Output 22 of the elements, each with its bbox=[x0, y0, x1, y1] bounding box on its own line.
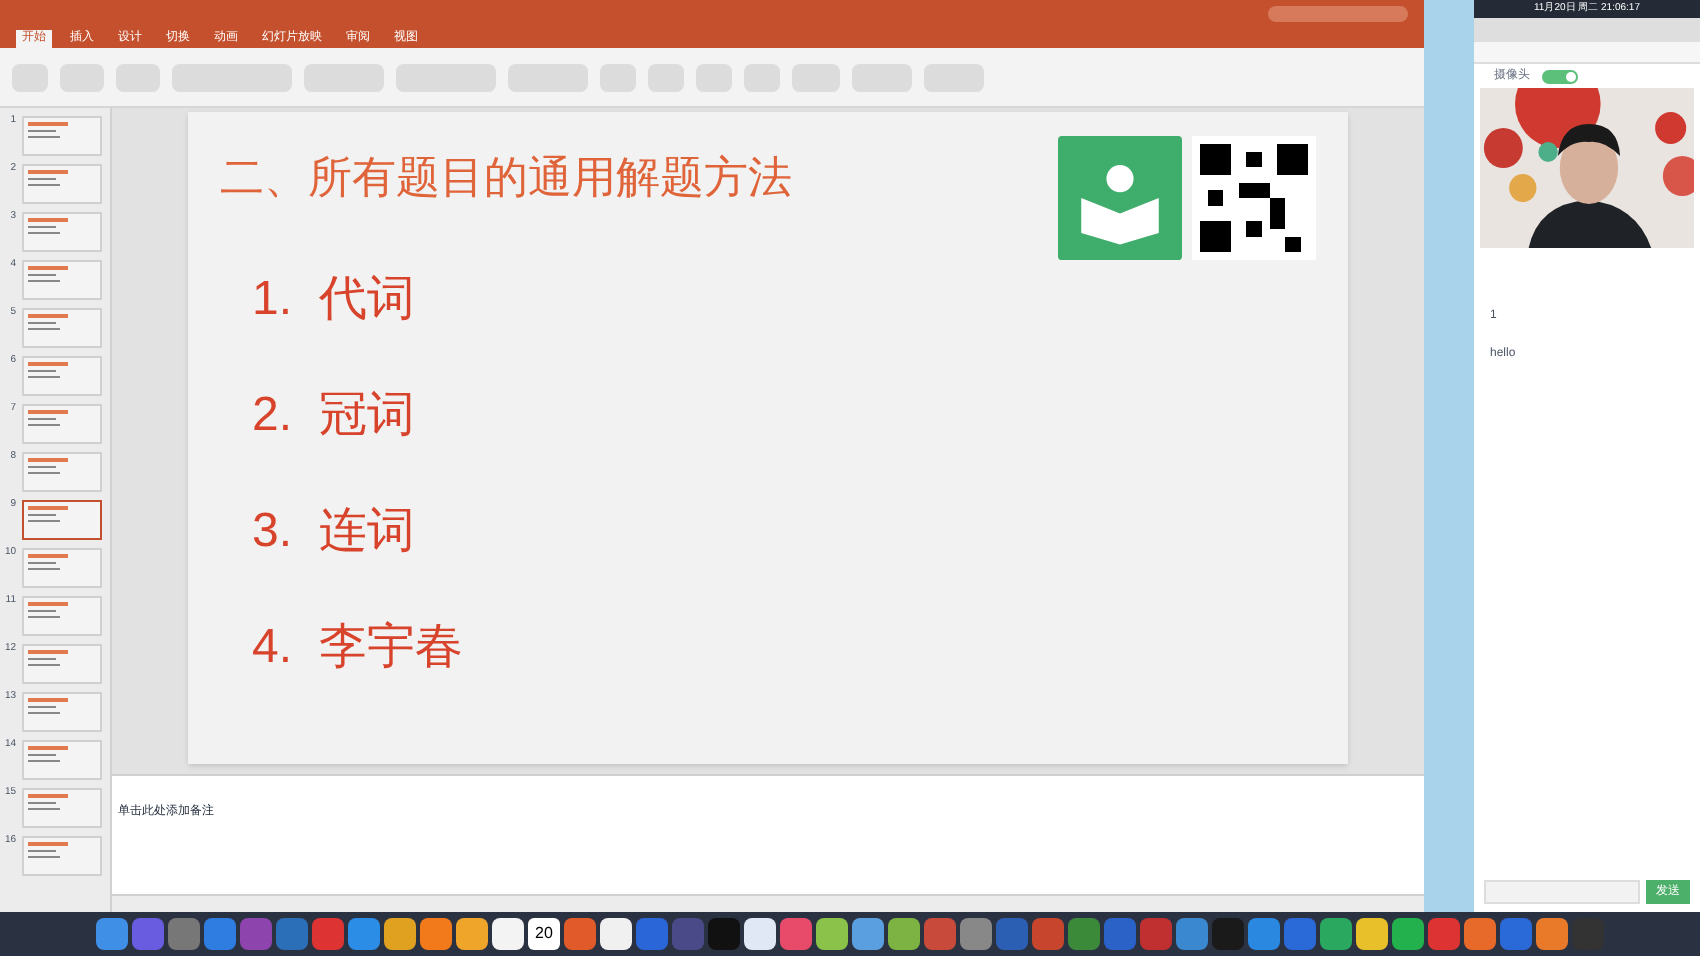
qr-code-icon bbox=[1192, 136, 1316, 260]
app-icon[interactable] bbox=[816, 918, 848, 950]
camera-toggle[interactable] bbox=[1542, 69, 1578, 83]
slide-bullet: 2. 冠词 bbox=[252, 386, 417, 446]
app-icon[interactable] bbox=[852, 918, 884, 950]
slide-bullet: 1. 代词 bbox=[252, 270, 417, 330]
slide-thumbnail[interactable] bbox=[22, 500, 102, 540]
slide-bullet: 4. 李宇春 bbox=[252, 618, 465, 678]
app-icon[interactable] bbox=[492, 918, 524, 950]
book-logo-icon bbox=[1056, 136, 1184, 260]
app-icon[interactable] bbox=[384, 918, 416, 950]
app-icon[interactable] bbox=[600, 918, 632, 950]
app-icon[interactable] bbox=[1356, 918, 1388, 950]
message-input[interactable] bbox=[1484, 880, 1640, 904]
search-field[interactable] bbox=[1268, 6, 1408, 22]
calendar-icon[interactable]: 20 bbox=[528, 918, 560, 950]
slide-title: 二、所有题目的通用解题方法 bbox=[220, 150, 792, 206]
app-icon[interactable] bbox=[888, 918, 920, 950]
slide-bullet: 3. 连词 bbox=[252, 502, 417, 562]
app-icon[interactable] bbox=[456, 918, 488, 950]
app-icon[interactable] bbox=[744, 918, 776, 950]
app-icon[interactable] bbox=[420, 918, 452, 950]
